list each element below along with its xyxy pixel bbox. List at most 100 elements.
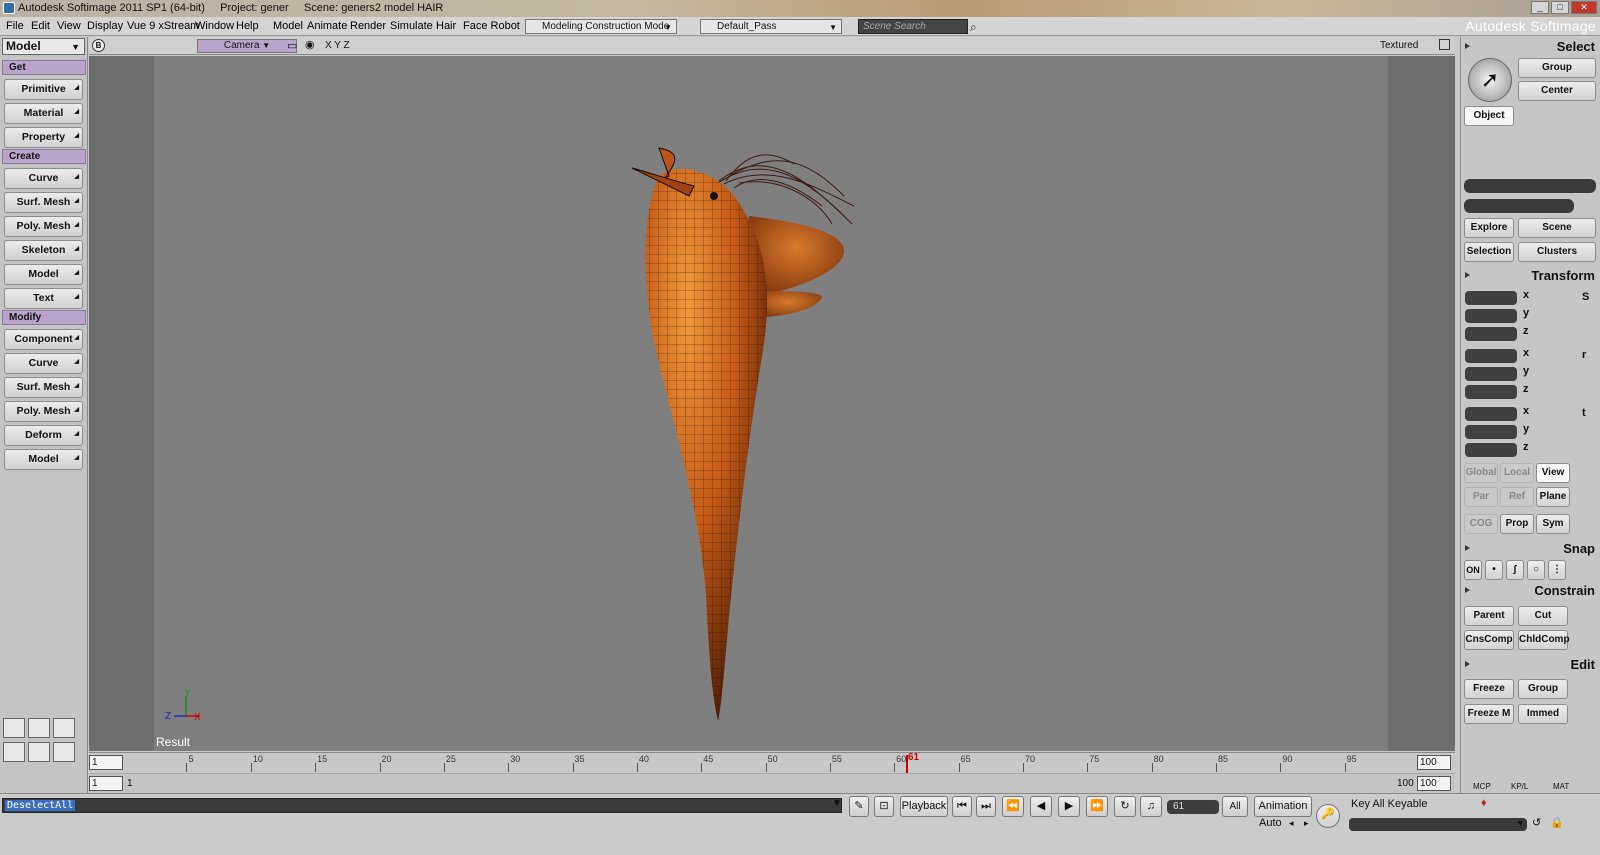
keying-set-dropdown-icon[interactable]: ▼ — [1516, 818, 1525, 828]
search-icon[interactable]: ⌕ — [970, 20, 977, 35]
modify-poly-mesh-button[interactable]: Poly. Mesh ◢ — [4, 401, 83, 422]
immed-button[interactable]: Immed — [1518, 704, 1568, 724]
selection-button[interactable]: Selection — [1464, 242, 1514, 262]
snap-point-icon[interactable]: • — [1485, 560, 1503, 580]
cog-button[interactable]: COG — [1464, 514, 1498, 534]
view-button[interactable]: View — [1536, 463, 1570, 483]
modify-component-button[interactable]: Component ◢ — [4, 329, 83, 350]
local-button[interactable]: Local — [1500, 463, 1534, 483]
animation-button[interactable]: Animation — [1254, 796, 1312, 817]
global-button[interactable]: Global — [1464, 463, 1498, 483]
create-curve-button[interactable]: Curve ◢ — [4, 168, 83, 189]
lock-icon[interactable]: ⊡ — [874, 796, 894, 817]
timeline-range-bar[interactable]: 1 1 100 100 — [89, 773, 1455, 793]
scale-y-field[interactable] — [1465, 309, 1517, 323]
layout-quad-icon[interactable] — [53, 718, 75, 738]
snap-header[interactable]: Snap — [1463, 541, 1599, 556]
modify-surf-mesh-button[interactable]: Surf. Mesh ◢ — [4, 377, 83, 398]
pass-dropdown[interactable]: Default_Pass ▼ — [700, 19, 842, 34]
translate-x-field[interactable] — [1465, 407, 1517, 421]
maximize-icon[interactable]: □ — [1551, 1, 1569, 14]
snap-grid-icon[interactable]: ⋮ — [1548, 560, 1566, 580]
rotate-x-field[interactable] — [1465, 349, 1517, 363]
modify-deform-button[interactable]: Deform ◢ — [4, 425, 83, 446]
select-header[interactable]: Select — [1463, 39, 1599, 54]
get-material-button[interactable]: Material ◢ — [4, 103, 83, 124]
create-model-button[interactable]: Model ◢ — [4, 264, 83, 285]
modify-model-button[interactable]: Model ◢ — [4, 449, 83, 470]
axes-label[interactable]: X Y Z — [325, 40, 350, 51]
eye-icon[interactable]: ◉ — [305, 38, 315, 51]
all-button[interactable]: All — [1222, 796, 1248, 817]
current-frame-field[interactable]: 61 — [1167, 800, 1219, 814]
key-all-keyable-label[interactable]: Key All Keyable — [1351, 798, 1427, 810]
menu-face-robot[interactable]: Face Robot — [463, 20, 520, 32]
tab-mcp[interactable]: MCP — [1473, 782, 1491, 791]
menu-simulate[interactable]: Simulate — [390, 20, 433, 32]
timeline-end-field[interactable]: 100 — [1417, 755, 1451, 770]
camera-select[interactable]: Camera ▼ — [197, 39, 297, 53]
prev-key-icon[interactable]: ⏮ — [952, 796, 972, 817]
tab-kpl[interactable]: KP/L — [1511, 782, 1528, 791]
menu-hair[interactable]: Hair — [436, 20, 456, 32]
lock-key-icon[interactable]: 🔒 — [1550, 816, 1564, 829]
edit-group-button[interactable]: Group — [1518, 679, 1568, 699]
play-icon[interactable]: ▶ — [1058, 796, 1080, 817]
create-surf-mesh-button[interactable]: Surf. Mesh ◢ — [4, 192, 83, 213]
menu-help[interactable]: Help — [236, 20, 259, 32]
camera-icon[interactable]: ▭ — [287, 39, 297, 52]
last-frame-icon[interactable]: ⏩ — [1086, 796, 1108, 817]
menu-edit[interactable]: Edit — [31, 20, 50, 32]
command-line[interactable]: DeselectAll — [2, 798, 842, 813]
selection-name-field[interactable] — [1464, 179, 1596, 193]
selection-filter-field[interactable] — [1464, 199, 1574, 213]
next-keyframe-icon[interactable]: ▸ — [1304, 818, 1309, 829]
par-button[interactable]: Par — [1464, 487, 1498, 507]
timeline-ruler[interactable]: 1 100 5 10 15 20 25 30 35 40 45 50 55 60 65 70 75 80 85 9… — [89, 752, 1455, 772]
layout-split-icon[interactable] — [28, 718, 50, 738]
timeline-start-field[interactable]: 1 — [89, 755, 123, 770]
translate-z-field[interactable] — [1465, 443, 1517, 457]
transform-header[interactable]: Transform — [1463, 268, 1599, 283]
refresh-icon[interactable]: ↺ — [1532, 816, 1541, 829]
get-primitive-button[interactable]: Primitive ◢ — [4, 79, 83, 100]
freeze-button[interactable]: Freeze — [1464, 679, 1514, 699]
minimize-icon[interactable]: _ — [1531, 1, 1549, 14]
menu-display[interactable]: Display — [87, 20, 123, 32]
scene-button[interactable]: Scene — [1518, 218, 1596, 238]
close-icon[interactable]: ✕ — [1571, 1, 1597, 14]
scale-x-field[interactable] — [1465, 291, 1517, 305]
select-arrow-icon[interactable]: ➚ — [1468, 58, 1512, 102]
prop-button[interactable]: Prop — [1500, 514, 1534, 534]
rotate-y-field[interactable] — [1465, 367, 1517, 381]
toolbar-mode-select[interactable]: Model ▼ — [2, 38, 85, 55]
freeze-m-button[interactable]: Freeze M — [1464, 704, 1514, 724]
layout-curve-icon[interactable] — [3, 718, 25, 738]
menu-file[interactable]: File — [6, 20, 24, 32]
menu-model[interactable]: Model — [273, 20, 303, 32]
rotate-z-field[interactable] — [1465, 385, 1517, 399]
display-mode-label[interactable]: Textured — [1380, 40, 1418, 51]
playback-button[interactable]: Playback — [900, 796, 948, 817]
rotate-icon[interactable]: r — [1582, 349, 1586, 361]
select-group-button[interactable]: Group — [1518, 58, 1596, 78]
clusters-button[interactable]: Clusters — [1518, 242, 1596, 262]
create-poly-mesh-button[interactable]: Poly. Mesh ◢ — [4, 216, 83, 237]
sym-button[interactable]: Sym — [1536, 514, 1570, 534]
prev-frame-icon[interactable]: ◀ — [1030, 796, 1052, 817]
ref-button[interactable]: Ref — [1500, 487, 1534, 507]
translate-y-field[interactable] — [1465, 425, 1517, 439]
chldcomp-button[interactable]: ChldComp — [1518, 630, 1570, 650]
create-skeleton-button[interactable]: Skeleton ◢ — [4, 240, 83, 261]
viewport-canvas[interactable]: Y Z X — [154, 56, 1388, 751]
select-center-button[interactable]: Center — [1518, 81, 1596, 101]
layout-single-icon[interactable] — [28, 742, 50, 762]
next-key-icon[interactable]: ⏭ — [976, 796, 996, 817]
menu-window[interactable]: Window — [195, 20, 234, 32]
menu-animate[interactable]: Animate — [307, 20, 347, 32]
create-text-button[interactable]: Text ◢ — [4, 288, 83, 309]
viewport-b-button[interactable]: B — [92, 39, 105, 52]
viewport-3d[interactable]: Y Z X Result — [89, 56, 1455, 751]
auto-key-label[interactable]: Auto — [1259, 817, 1282, 829]
get-property-button[interactable]: Property ◢ — [4, 127, 83, 148]
